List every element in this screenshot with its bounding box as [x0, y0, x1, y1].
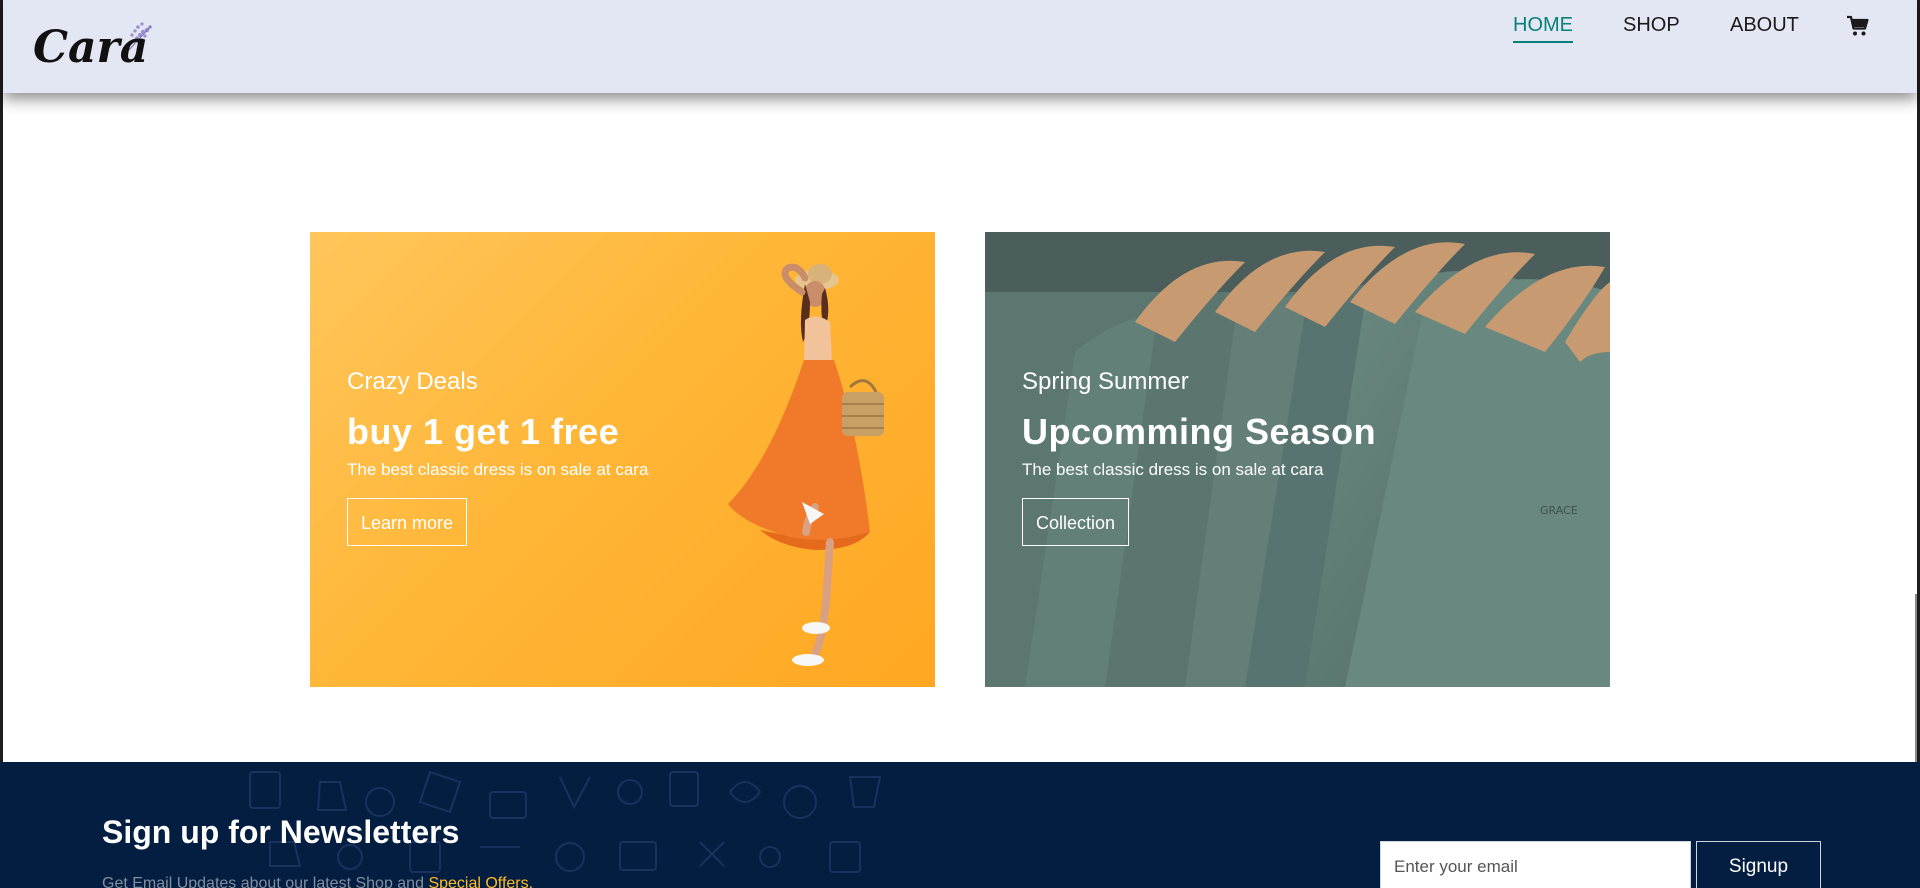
banner-kicker: Crazy Deals [347, 368, 478, 395]
banner-crazy-deals-content: Crazy Deals buy 1 get 1 free The best cl… [347, 368, 648, 546]
shopping-cart-icon[interactable] [1846, 14, 1870, 43]
cara-logo-graphic: Cara [33, 22, 152, 73]
nav-about-label: ABOUT [1730, 14, 1799, 36]
page-frame-left [0, 0, 3, 762]
banner-title: buy 1 get 1 free [347, 411, 620, 452]
banner-crazy-deals: Crazy Deals buy 1 get 1 free The best cl… [310, 232, 935, 687]
nav-shop[interactable]: SHOP [1623, 14, 1680, 37]
svg-text:Cara: Cara [33, 22, 148, 70]
banner-title: Upcomming Season [1022, 411, 1377, 452]
site-header: Cara HOME SHOP ABOUT [3, 0, 1917, 93]
nav-home-label: HOME [1513, 14, 1573, 36]
newsletter-title: Sign up for Newsletters [102, 814, 460, 850]
nav-active-underline [1513, 41, 1573, 43]
banner-description: The best classic dress is on sale at car… [1022, 460, 1324, 479]
collection-button[interactable]: Collection [1022, 498, 1130, 546]
email-input[interactable] [1380, 841, 1691, 888]
nav-home[interactable]: HOME [1513, 14, 1573, 43]
nav-shop-label: SHOP [1623, 14, 1680, 36]
newsletter-subtitle-text: Get Email Updates about our latest Shop … [102, 875, 424, 888]
banner-description: The best classic dress is on sale at car… [347, 460, 649, 479]
banner-kicker: Spring Summer [1022, 368, 1189, 395]
learn-more-button[interactable]: Learn more [347, 498, 468, 546]
banner-spring-summer-content: Spring Summer Upcomming Season The best … [1022, 368, 1376, 546]
nav-about[interactable]: ABOUT [1730, 14, 1799, 37]
signup-button[interactable]: Signup [1696, 841, 1821, 888]
svg-text:GRACE: GRACE [1540, 504, 1578, 517]
banner-spring-summer: GRACE Spring Summer Upcomming Season The… [985, 232, 1610, 687]
cara-logo[interactable]: Cara [29, 10, 159, 73]
newsletter-section: Sign up for Newsletters Get Email Update… [0, 762, 1920, 888]
newsletter-subtitle: Get Email Updates about our latest Shop … [102, 875, 533, 888]
scrollbar-thumb[interactable] [1915, 594, 1917, 762]
special-offers-highlight: Special Offers. [428, 875, 534, 888]
